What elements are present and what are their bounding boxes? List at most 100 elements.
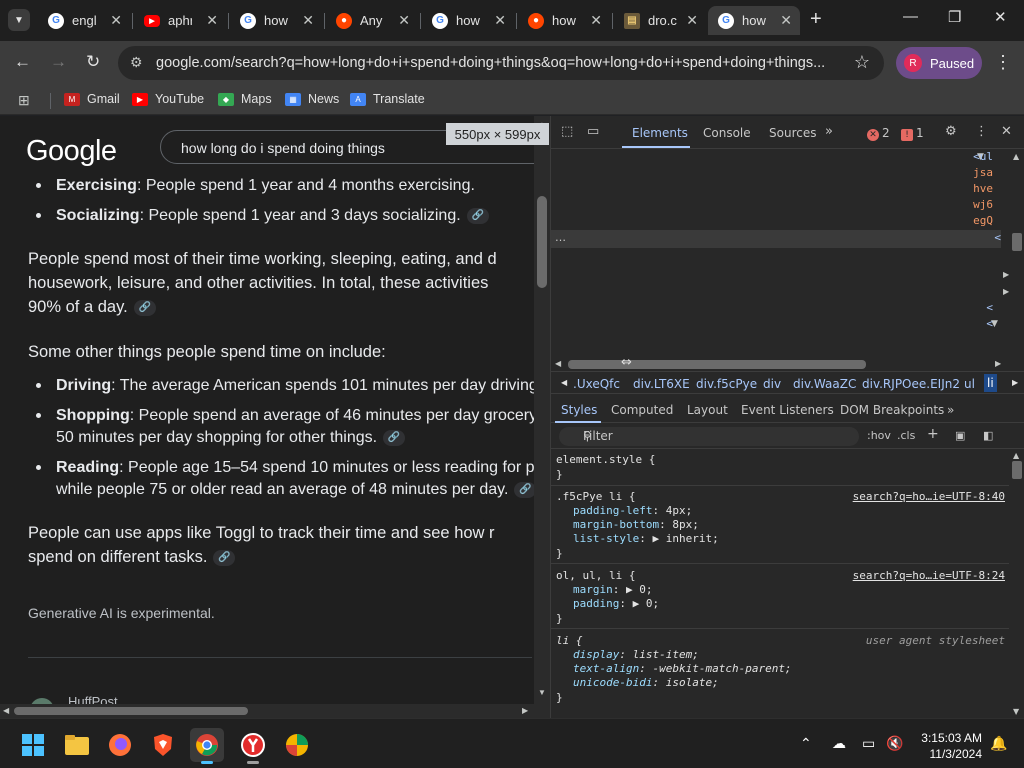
close-icon[interactable]: ✕	[494, 12, 506, 29]
page-vertical-scrollbar[interactable]: ▲ ▼	[534, 116, 550, 718]
tab-console[interactable]: Console	[703, 126, 751, 140]
link-icon[interactable]: 🔗	[514, 481, 534, 498]
new-tab-button[interactable]: +	[810, 8, 822, 31]
yandex-browser-icon[interactable]	[236, 728, 270, 764]
property-name[interactable]: list-style	[573, 532, 639, 545]
tab-1[interactable]: G engli ✕	[38, 6, 130, 35]
chevron-up-icon[interactable]: ⌃	[800, 735, 812, 752]
hover-state-button[interactable]: :hov	[867, 429, 891, 442]
style-property[interactable]: margin: ▶ 0;	[573, 583, 653, 596]
rule-selector[interactable]: element.style {	[556, 453, 655, 466]
device-toolbar-icon[interactable]: ▭	[587, 124, 599, 139]
bookmark-gmail[interactable]: M Gmail	[64, 92, 120, 106]
scroll-up-arrow[interactable]: ▲	[1013, 152, 1019, 161]
close-icon[interactable]: ✕	[590, 12, 602, 29]
file-explorer-icon[interactable]	[60, 728, 94, 762]
style-rule[interactable]: li { user agent stylesheet display: list…	[551, 629, 1009, 707]
class-toggle-button[interactable]: .cls	[897, 429, 915, 442]
property-value[interactable]: ▶ 0;	[626, 583, 653, 596]
property-value[interactable]: list-item;	[633, 648, 699, 661]
chevron-left-icon[interactable]: ◀	[561, 378, 567, 387]
style-property[interactable]: padding-left: 4px;	[573, 504, 692, 517]
bookmark-maps[interactable]: ◆ Maps	[218, 92, 272, 106]
bookmark-translate[interactable]: A Translate	[350, 92, 425, 106]
tab-5[interactable]: G how ✕	[422, 6, 514, 35]
breadcrumb-item[interactable]: div.WaaZC	[793, 377, 856, 391]
tab-6[interactable]: ● how ✕	[518, 6, 610, 35]
breadcrumb-item[interactable]: div	[763, 377, 781, 391]
devtools-menu-icon[interactable]: ⋮	[975, 124, 988, 139]
breadcrumb-item-selected[interactable]: li	[984, 374, 997, 392]
sidebar-toggle-icon[interactable]: ◧	[983, 429, 993, 442]
dom-node[interactable]: hve	[973, 182, 993, 195]
property-name[interactable]: padding	[573, 597, 619, 610]
menu-icon[interactable]: ⋮	[994, 52, 1012, 73]
close-icon[interactable]: ✕	[110, 12, 122, 29]
scroll-down-arrow[interactable]: ▼	[538, 688, 546, 697]
url-text[interactable]: google.com/search?q=how+long+do+i+spend+…	[156, 55, 846, 71]
site-info-icon[interactable]: ⚙	[130, 54, 143, 71]
restore-icon[interactable]: ❐	[948, 8, 961, 26]
link-icon[interactable]: 🔗	[133, 299, 156, 316]
property-value[interactable]: ▶ 0;	[633, 597, 660, 610]
tab-search-button[interactable]: ▼	[8, 9, 30, 31]
link-icon[interactable]: 🔗	[383, 429, 406, 446]
page-horizontal-scrollbar[interactable]: ◀ ▶	[0, 704, 534, 718]
style-rule[interactable]: element.style { }	[551, 449, 1009, 486]
style-property[interactable]: list-style: ▶ inherit;	[573, 532, 719, 545]
more-panes-icon[interactable]: »	[947, 403, 954, 417]
property-value[interactable]: -webkit-match-parent;	[652, 662, 791, 675]
brave-icon[interactable]	[146, 728, 180, 762]
minimize-icon[interactable]: —	[903, 8, 918, 25]
network-off-icon[interactable]: ☁	[832, 735, 846, 752]
scroll-right-arrow[interactable]: ▶	[995, 359, 1001, 368]
dom-node[interactable]: wj6	[973, 198, 993, 211]
firefox-icon[interactable]	[103, 728, 137, 762]
scroll-right-arrow[interactable]: ▶	[522, 706, 528, 715]
styles-vertical-scrollbar[interactable]: ▲ ▼	[1009, 449, 1024, 718]
breadcrumb-item[interactable]: div.RJPOee.EIJn2	[862, 377, 960, 391]
property-value[interactable]: ▶ inherit;	[652, 532, 718, 545]
chrome-icon[interactable]	[190, 728, 224, 764]
property-name[interactable]: padding-left	[573, 504, 652, 517]
close-icon[interactable]: ✕	[686, 12, 698, 29]
style-property[interactable]: text-align: -webkit-match-parent;	[573, 662, 792, 675]
paint-icon[interactable]: ▣	[955, 429, 965, 442]
scrollbar-thumb[interactable]	[14, 707, 248, 715]
property-value[interactable]: 8px;	[672, 518, 699, 531]
tab-layout[interactable]: Layout	[687, 403, 728, 417]
new-rule-button[interactable]: +	[927, 426, 939, 442]
scrollbar-thumb[interactable]	[1012, 233, 1022, 251]
property-value[interactable]: isolate;	[666, 676, 719, 689]
system-clock[interactable]: 3:15:03 AM 11/3/2024	[904, 730, 982, 762]
issue-count[interactable]: ! 1	[901, 126, 924, 141]
property-name[interactable]: margin	[573, 583, 613, 596]
property-value[interactable]: 4px;	[666, 504, 693, 517]
tab-3[interactable]: G how ✕	[230, 6, 322, 35]
close-icon[interactable]: ✕	[398, 12, 410, 29]
tab-dom-breakpoints[interactable]: DOM Breakpoints	[840, 403, 944, 417]
style-property[interactable]: margin-bottom: 8px;	[573, 518, 699, 531]
close-devtools-icon[interactable]: ✕	[1001, 124, 1012, 139]
scroll-down-arrow[interactable]: ▼	[1013, 707, 1019, 716]
style-property[interactable]: padding: ▶ 0;	[573, 597, 659, 610]
tab-2[interactable]: ▶ aphr ✕	[134, 6, 226, 35]
selected-dom-node[interactable]: … <	[551, 230, 1001, 248]
style-property[interactable]: unicode-bidi: isolate;	[573, 676, 719, 689]
google-logo[interactable]: Google	[26, 135, 117, 168]
property-name[interactable]: margin-bottom	[573, 518, 659, 531]
dom-node[interactable]: <	[994, 231, 1001, 244]
close-icon[interactable]: ✕	[206, 12, 218, 29]
address-bar[interactable]: ⚙ google.com/search?q=how+long+do+i+spen…	[118, 46, 884, 80]
dom-node[interactable]: <	[986, 317, 993, 330]
link-icon[interactable]: 🔗	[466, 207, 489, 224]
breadcrumb-item[interactable]: ul	[964, 377, 975, 391]
rule-selector[interactable]: .f5cPye li {	[556, 490, 635, 503]
scrollbar-thumb[interactable]	[537, 196, 547, 288]
dom-horizontal-scrollbar[interactable]: ◀ ⇔ ▶	[551, 355, 1009, 371]
filter-input[interactable]: ⚲ Filter	[559, 427, 859, 446]
rule-selector[interactable]: ol, ul, li {	[556, 569, 635, 582]
reload-button[interactable]: ↻	[86, 52, 100, 72]
scroll-up-arrow[interactable]: ▲	[1013, 451, 1019, 460]
rule-source-link[interactable]: search?q=ho…ie=UTF-8:40	[853, 490, 1005, 503]
